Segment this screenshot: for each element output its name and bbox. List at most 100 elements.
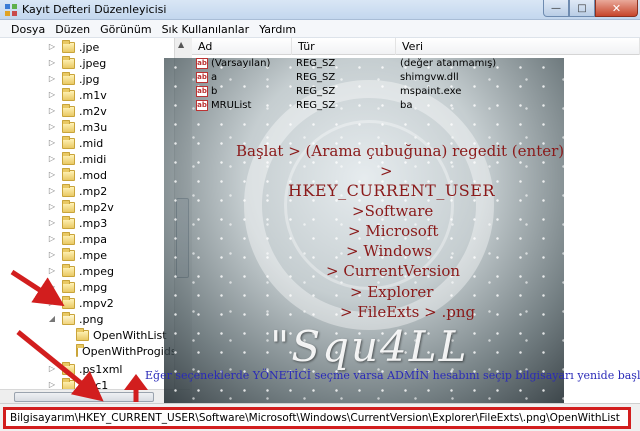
value-data: ba bbox=[400, 99, 413, 111]
menu-view[interactable]: Görünüm bbox=[95, 20, 156, 37]
status-bar: Bilgisayarım\HKEY_CURRENT_USER\Software\… bbox=[0, 403, 640, 431]
admin-warning-text: Eğer seçeneklerde YÖNETİCİ seçme varsa A… bbox=[145, 369, 640, 382]
registry-path-field: Bilgisayarım\HKEY_CURRENT_USER\Software\… bbox=[3, 407, 631, 429]
key-tree-pane[interactable]: ▷ .jpe ▷ .jpeg ▷ .jpg ▷ .m1v ▷ .m2v ▷ .m3u ▷ .m… bbox=[0, 38, 190, 403]
folder-icon bbox=[62, 279, 75, 293]
expand-arrow-icon[interactable]: ▷ bbox=[48, 251, 56, 259]
tree-item[interactable]: ▷ .mid bbox=[0, 135, 175, 151]
folder-icon bbox=[62, 231, 75, 245]
folder-icon bbox=[62, 87, 75, 101]
minimize-button[interactable]: — bbox=[543, 0, 569, 17]
expand-arrow-icon[interactable]: ▷ bbox=[48, 299, 56, 307]
tree-item[interactable]: ▷ .m1v bbox=[0, 87, 175, 103]
tree-item[interactable]: ▷ .mpv2 bbox=[0, 295, 175, 311]
tree-item-openwithlist[interactable]: OpenWithList bbox=[0, 327, 175, 343]
folder-icon bbox=[62, 39, 75, 53]
expand-arrow-icon[interactable]: ▷ bbox=[48, 381, 56, 389]
value-type: REG_SZ bbox=[296, 85, 336, 97]
value-row[interactable]: ab MRUList REG_SZ ba bbox=[192, 98, 640, 112]
expand-arrow-icon[interactable]: ▷ bbox=[48, 187, 56, 195]
expand-arrow-icon[interactable]: ▷ bbox=[48, 123, 56, 131]
instruction-line-2: > bbox=[380, 162, 393, 180]
expand-arrow-icon[interactable]: ▷ bbox=[48, 155, 56, 163]
folder-icon bbox=[62, 215, 75, 229]
tree-item[interactable]: ▷ .mpe bbox=[0, 247, 175, 263]
window-controls: — □ ✕ bbox=[543, 0, 638, 18]
tree-item[interactable]: OpenWithProgids bbox=[0, 343, 177, 359]
string-value-icon: ab bbox=[196, 85, 208, 97]
regedit-app-icon bbox=[5, 4, 17, 16]
folder-icon bbox=[76, 327, 89, 341]
tree-item[interactable]: ▷ .jpeg bbox=[0, 55, 175, 71]
list-header: Ad Tür Veri bbox=[192, 38, 640, 55]
string-value-icon: ab bbox=[196, 57, 208, 69]
tree-item[interactable]: ▷ .jpe bbox=[0, 39, 175, 55]
value-name: (Varsayılan) bbox=[211, 57, 271, 69]
tree-horizontal-scrollbar[interactable] bbox=[0, 389, 190, 403]
author-signature: "Squ4LL bbox=[270, 322, 469, 371]
column-data-header[interactable]: Veri bbox=[396, 38, 640, 55]
instruction-line-3: HKEY_CURRENT_USER bbox=[288, 181, 495, 200]
folder-open-icon bbox=[62, 311, 75, 325]
folder-icon bbox=[62, 361, 75, 375]
maximize-button[interactable]: □ bbox=[569, 0, 595, 17]
instruction-line-6: > Windows bbox=[346, 242, 433, 260]
value-row[interactable]: ab a REG_SZ shimgvw.dll bbox=[192, 70, 640, 84]
menu-help[interactable]: Yardım bbox=[254, 20, 301, 37]
title-bar: Kayıt Defteri Düzenleyicisi — □ ✕ bbox=[0, 0, 640, 20]
value-row[interactable]: ab (Varsayılan) REG_SZ (değer atanmamış) bbox=[192, 56, 640, 70]
menu-favorites[interactable]: Sık Kullanılanlar bbox=[157, 20, 255, 37]
menu-file[interactable]: Dosya bbox=[6, 20, 50, 37]
tree-item[interactable]: ▷ .mp2 bbox=[0, 183, 175, 199]
folder-icon bbox=[62, 71, 75, 85]
expand-arrow-icon[interactable]: ▷ bbox=[48, 107, 56, 115]
expand-arrow-icon[interactable]: ▷ bbox=[48, 75, 56, 83]
menu-edit[interactable]: Düzen bbox=[50, 20, 95, 37]
folder-icon bbox=[62, 151, 75, 165]
string-value-icon: ab bbox=[196, 99, 208, 111]
tree-item[interactable]: ▷ .mpeg bbox=[0, 263, 175, 279]
expand-arrow-icon[interactable]: ▷ bbox=[48, 365, 56, 373]
value-name: a bbox=[211, 71, 218, 83]
tree-item[interactable]: ▷ .m2v bbox=[0, 103, 175, 119]
tree-item[interactable]: ▷ .mp2v bbox=[0, 199, 175, 215]
column-type-header[interactable]: Tür bbox=[292, 38, 396, 55]
scroll-up-arrow-icon[interactable]: ▲ bbox=[178, 40, 184, 49]
column-name-header[interactable]: Ad bbox=[192, 38, 292, 55]
folder-icon bbox=[62, 295, 75, 309]
instruction-line-8: > Explorer bbox=[350, 283, 434, 301]
value-name: MRUList bbox=[211, 99, 252, 111]
tree-item[interactable]: ▷ .mp3 bbox=[0, 215, 175, 231]
expand-arrow-icon[interactable]: ▷ bbox=[48, 139, 56, 147]
string-value-icon: ab bbox=[196, 71, 208, 83]
tree-item-selected-parent[interactable]: ◢ .png bbox=[0, 311, 175, 327]
expand-arrow-icon[interactable]: ▷ bbox=[48, 235, 56, 243]
value-data: (değer atanmamış) bbox=[400, 57, 497, 69]
expand-arrow-icon[interactable]: ▷ bbox=[48, 171, 56, 179]
tree-item[interactable]: ▷ .mpa bbox=[0, 231, 175, 247]
value-type: REG_SZ bbox=[296, 57, 336, 69]
instruction-line-4: >Software bbox=[352, 202, 434, 220]
value-type: REG_SZ bbox=[296, 99, 336, 111]
expand-arrow-icon[interactable]: ▷ bbox=[48, 267, 56, 275]
value-name: b bbox=[211, 85, 218, 97]
value-row[interactable]: ab b REG_SZ mspaint.exe bbox=[192, 84, 640, 98]
expand-arrow-icon[interactable]: ▷ bbox=[48, 203, 56, 211]
tree-item[interactable]: ▷ .mod bbox=[0, 167, 175, 183]
tree-item[interactable]: ▷ .midi bbox=[0, 151, 175, 167]
collapse-arrow-icon[interactable]: ◢ bbox=[48, 315, 56, 323]
menu-bar: Dosya Düzen Görünüm Sık Kullanılanlar Ya… bbox=[0, 20, 640, 38]
tree-item[interactable]: ▷ .m3u bbox=[0, 119, 175, 135]
folder-icon bbox=[62, 263, 75, 277]
value-data: mspaint.exe bbox=[400, 85, 462, 97]
tree-item[interactable]: ▷ .mpg bbox=[0, 279, 175, 295]
expand-arrow-icon[interactable]: ▷ bbox=[48, 219, 56, 227]
folder-icon bbox=[62, 167, 75, 181]
expand-arrow-icon[interactable]: ▷ bbox=[48, 91, 56, 99]
expand-arrow-icon[interactable]: ▷ bbox=[48, 43, 56, 51]
expand-arrow-icon[interactable]: ▷ bbox=[48, 283, 56, 291]
close-button[interactable]: ✕ bbox=[595, 0, 638, 17]
expand-arrow-icon[interactable]: ▷ bbox=[48, 59, 56, 67]
tree-hscroll-thumb[interactable] bbox=[14, 392, 154, 402]
tree-item[interactable]: ▷ .jpg bbox=[0, 71, 175, 87]
